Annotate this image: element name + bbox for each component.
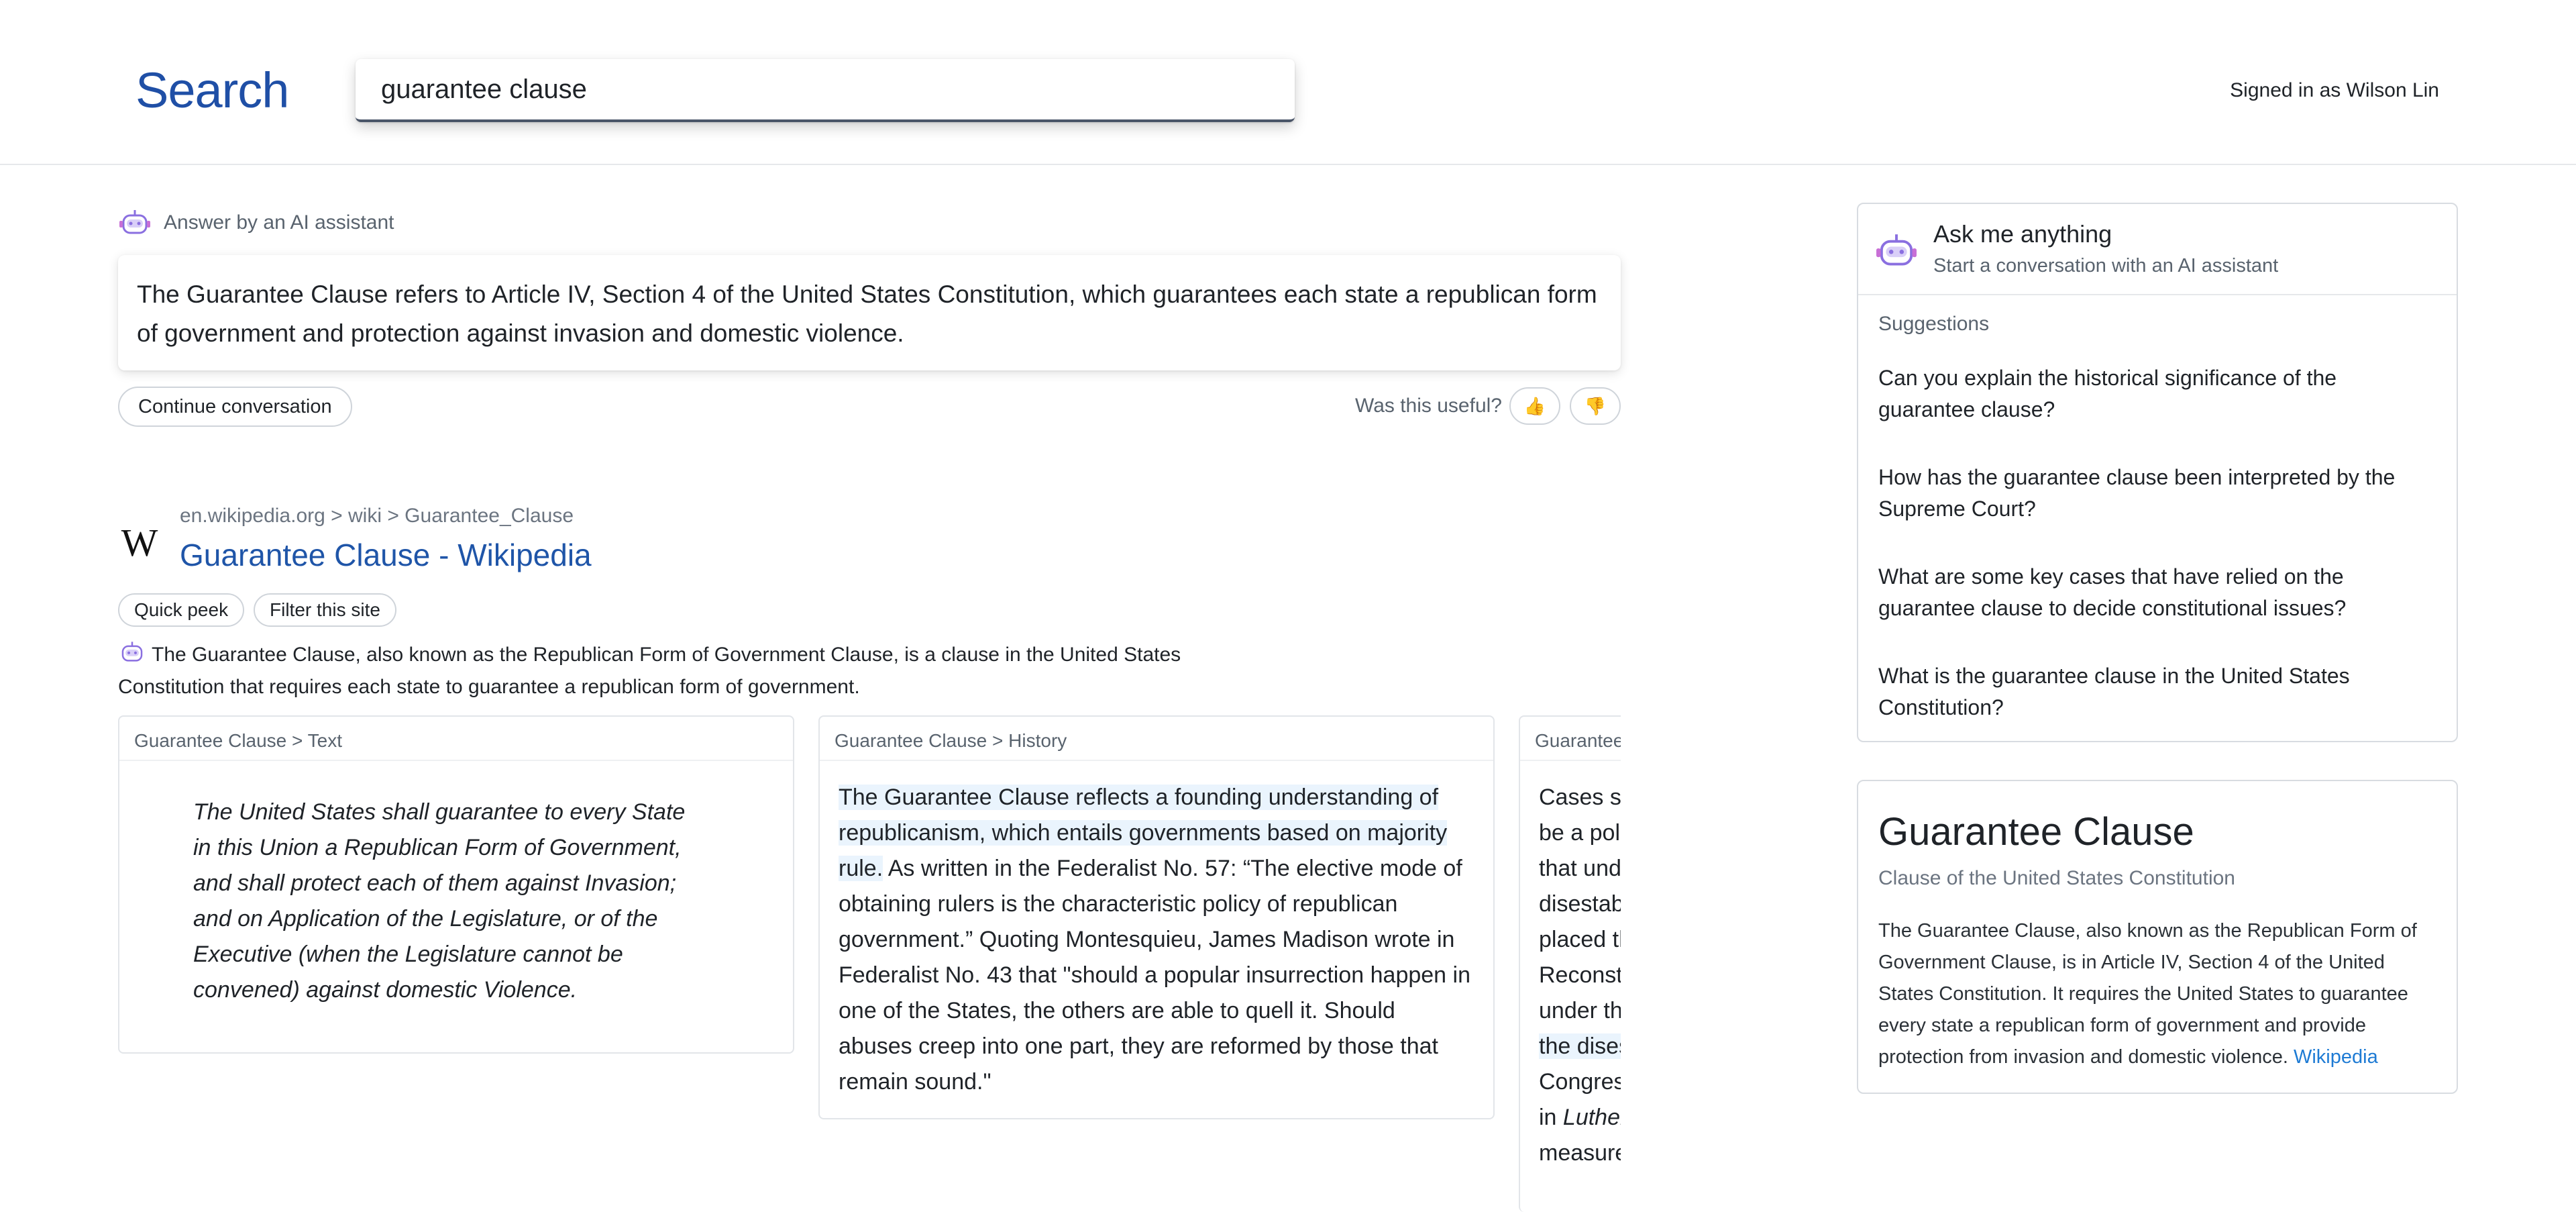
quick-peek-button[interactable]: Quick peek <box>118 593 245 627</box>
excerpt-heading: Guarantee Clause > History <box>820 717 1493 761</box>
excerpt-line: in Luther <box>1539 1100 1621 1135</box>
suggestions-label: Suggestions <box>1878 313 1990 335</box>
knowledge-panel-text: The Guarantee Clause, also known as the … <box>1878 920 2417 1068</box>
robot-icon <box>1876 234 1917 266</box>
excerpt-line: Reconstr <box>1539 962 1621 988</box>
excerpt-body: Cases su be a poli that und disestab pla… <box>1520 761 1621 1190</box>
ask-panel-subtitle: Start a conversation with an AI assistan… <box>1933 255 2279 276</box>
ai-answer-label: Answer by an AI assistant <box>164 211 394 234</box>
ask-panel: Ask me anything Start a conversation wit… <box>1857 203 2458 742</box>
search-box[interactable] <box>356 59 1295 122</box>
suggestion-item[interactable]: How has the guarantee clause been interp… <box>1878 462 2428 525</box>
filter-site-button[interactable]: Filter this site <box>254 593 396 627</box>
excerpt-italic-word: Luther <box>1562 1105 1621 1130</box>
excerpt-heading: Guarantee <box>1520 717 1621 761</box>
excerpt-line: disestab <box>1539 891 1621 917</box>
result-breadcrumb[interactable]: en.wikipedia.org > wiki > Guarantee_Clau… <box>180 505 574 527</box>
excerpt-line: Cases su <box>1539 785 1621 810</box>
header: Search Signed in as Wilson Lin <box>0 0 2576 165</box>
continue-conversation-button[interactable]: Continue conversation <box>118 387 352 427</box>
thumbs-down-icon: 👎 <box>1584 395 1607 416</box>
knowledge-panel-source-link[interactable]: Wikipedia <box>2294 1046 2378 1068</box>
suggestion-item[interactable]: What are some key cases that have relied… <box>1878 561 2428 624</box>
result-title-link[interactable]: Guarantee Clause - Wikipedia <box>180 537 592 573</box>
thumbs-up-icon: 👍 <box>1523 395 1546 416</box>
excerpt-line: that und <box>1539 856 1621 881</box>
suggestion-item[interactable]: Can you explain the historical significa… <box>1878 362 2428 425</box>
excerpt-line: measure <box>1539 1140 1621 1166</box>
result-snippet-text: The Guarantee Clause, also known as the … <box>118 644 1181 698</box>
excerpt-body-text: As written in the Federalist No. 57: “Th… <box>839 856 1470 1095</box>
wikipedia-logo-icon: W <box>121 520 158 564</box>
excerpt-line: Congres <box>1539 1069 1621 1095</box>
excerpt-body: The United States shall guarantee to eve… <box>193 799 686 1003</box>
excerpt-carousel[interactable]: Guarantee Clause > Text The United State… <box>118 715 1621 1212</box>
excerpt-heading: Guarantee Clause > Text <box>119 717 793 761</box>
suggestion-item[interactable]: What is the guarantee clause in the Unit… <box>1878 660 2428 723</box>
excerpt-line: under th <box>1539 998 1621 1023</box>
knowledge-panel-title: Guarantee Clause <box>1878 810 2194 854</box>
knowledge-panel: Guarantee Clause Clause of the United St… <box>1857 780 2458 1094</box>
useful-label: Was this useful? <box>1355 395 1502 417</box>
ai-answer-text: The Guarantee Clause refers to Article I… <box>137 281 1597 347</box>
thumbs-down-button[interactable]: 👎 <box>1570 387 1621 425</box>
knowledge-panel-description: The Guarantee Clause, also known as the … <box>1878 915 2442 1073</box>
brand-title[interactable]: Search <box>136 62 289 119</box>
excerpt-card-cases[interactable]: Guarantee Cases su be a poli that und di… <box>1519 715 1621 1212</box>
excerpt-body: The Guarantee Clause reflects a founding… <box>820 761 1493 1119</box>
excerpt-line-prefix: in <box>1539 1105 1563 1130</box>
excerpt-line: placed th <box>1539 927 1621 952</box>
excerpt-card-text[interactable]: Guarantee Clause > Text The United State… <box>118 715 794 1054</box>
robot-icon <box>121 642 143 662</box>
excerpt-line: be a poli <box>1539 820 1621 846</box>
thumbs-up-button[interactable]: 👍 <box>1509 387 1560 425</box>
excerpt-highlight: the dises <box>1539 1033 1621 1059</box>
result-snippet: The Guarantee Clause, also known as the … <box>118 639 1258 703</box>
excerpt-line: the dises <box>1539 1029 1621 1064</box>
ask-panel-title: Ask me anything <box>1933 220 2112 248</box>
excerpt-card-history[interactable]: Guarantee Clause > History The Guarantee… <box>818 715 1495 1119</box>
signed-in-status: Signed in as Wilson Lin <box>2230 79 2439 101</box>
robot-icon <box>119 210 150 234</box>
search-input[interactable] <box>381 59 1267 119</box>
knowledge-panel-subtitle: Clause of the United States Constitution <box>1878 867 2235 889</box>
ai-answer-card: The Guarantee Clause refers to Article I… <box>118 255 1621 370</box>
ask-panel-header[interactable]: Ask me anything Start a conversation wit… <box>1858 204 2457 295</box>
ai-answer-label-row: Answer by an AI assistant <box>118 207 394 239</box>
